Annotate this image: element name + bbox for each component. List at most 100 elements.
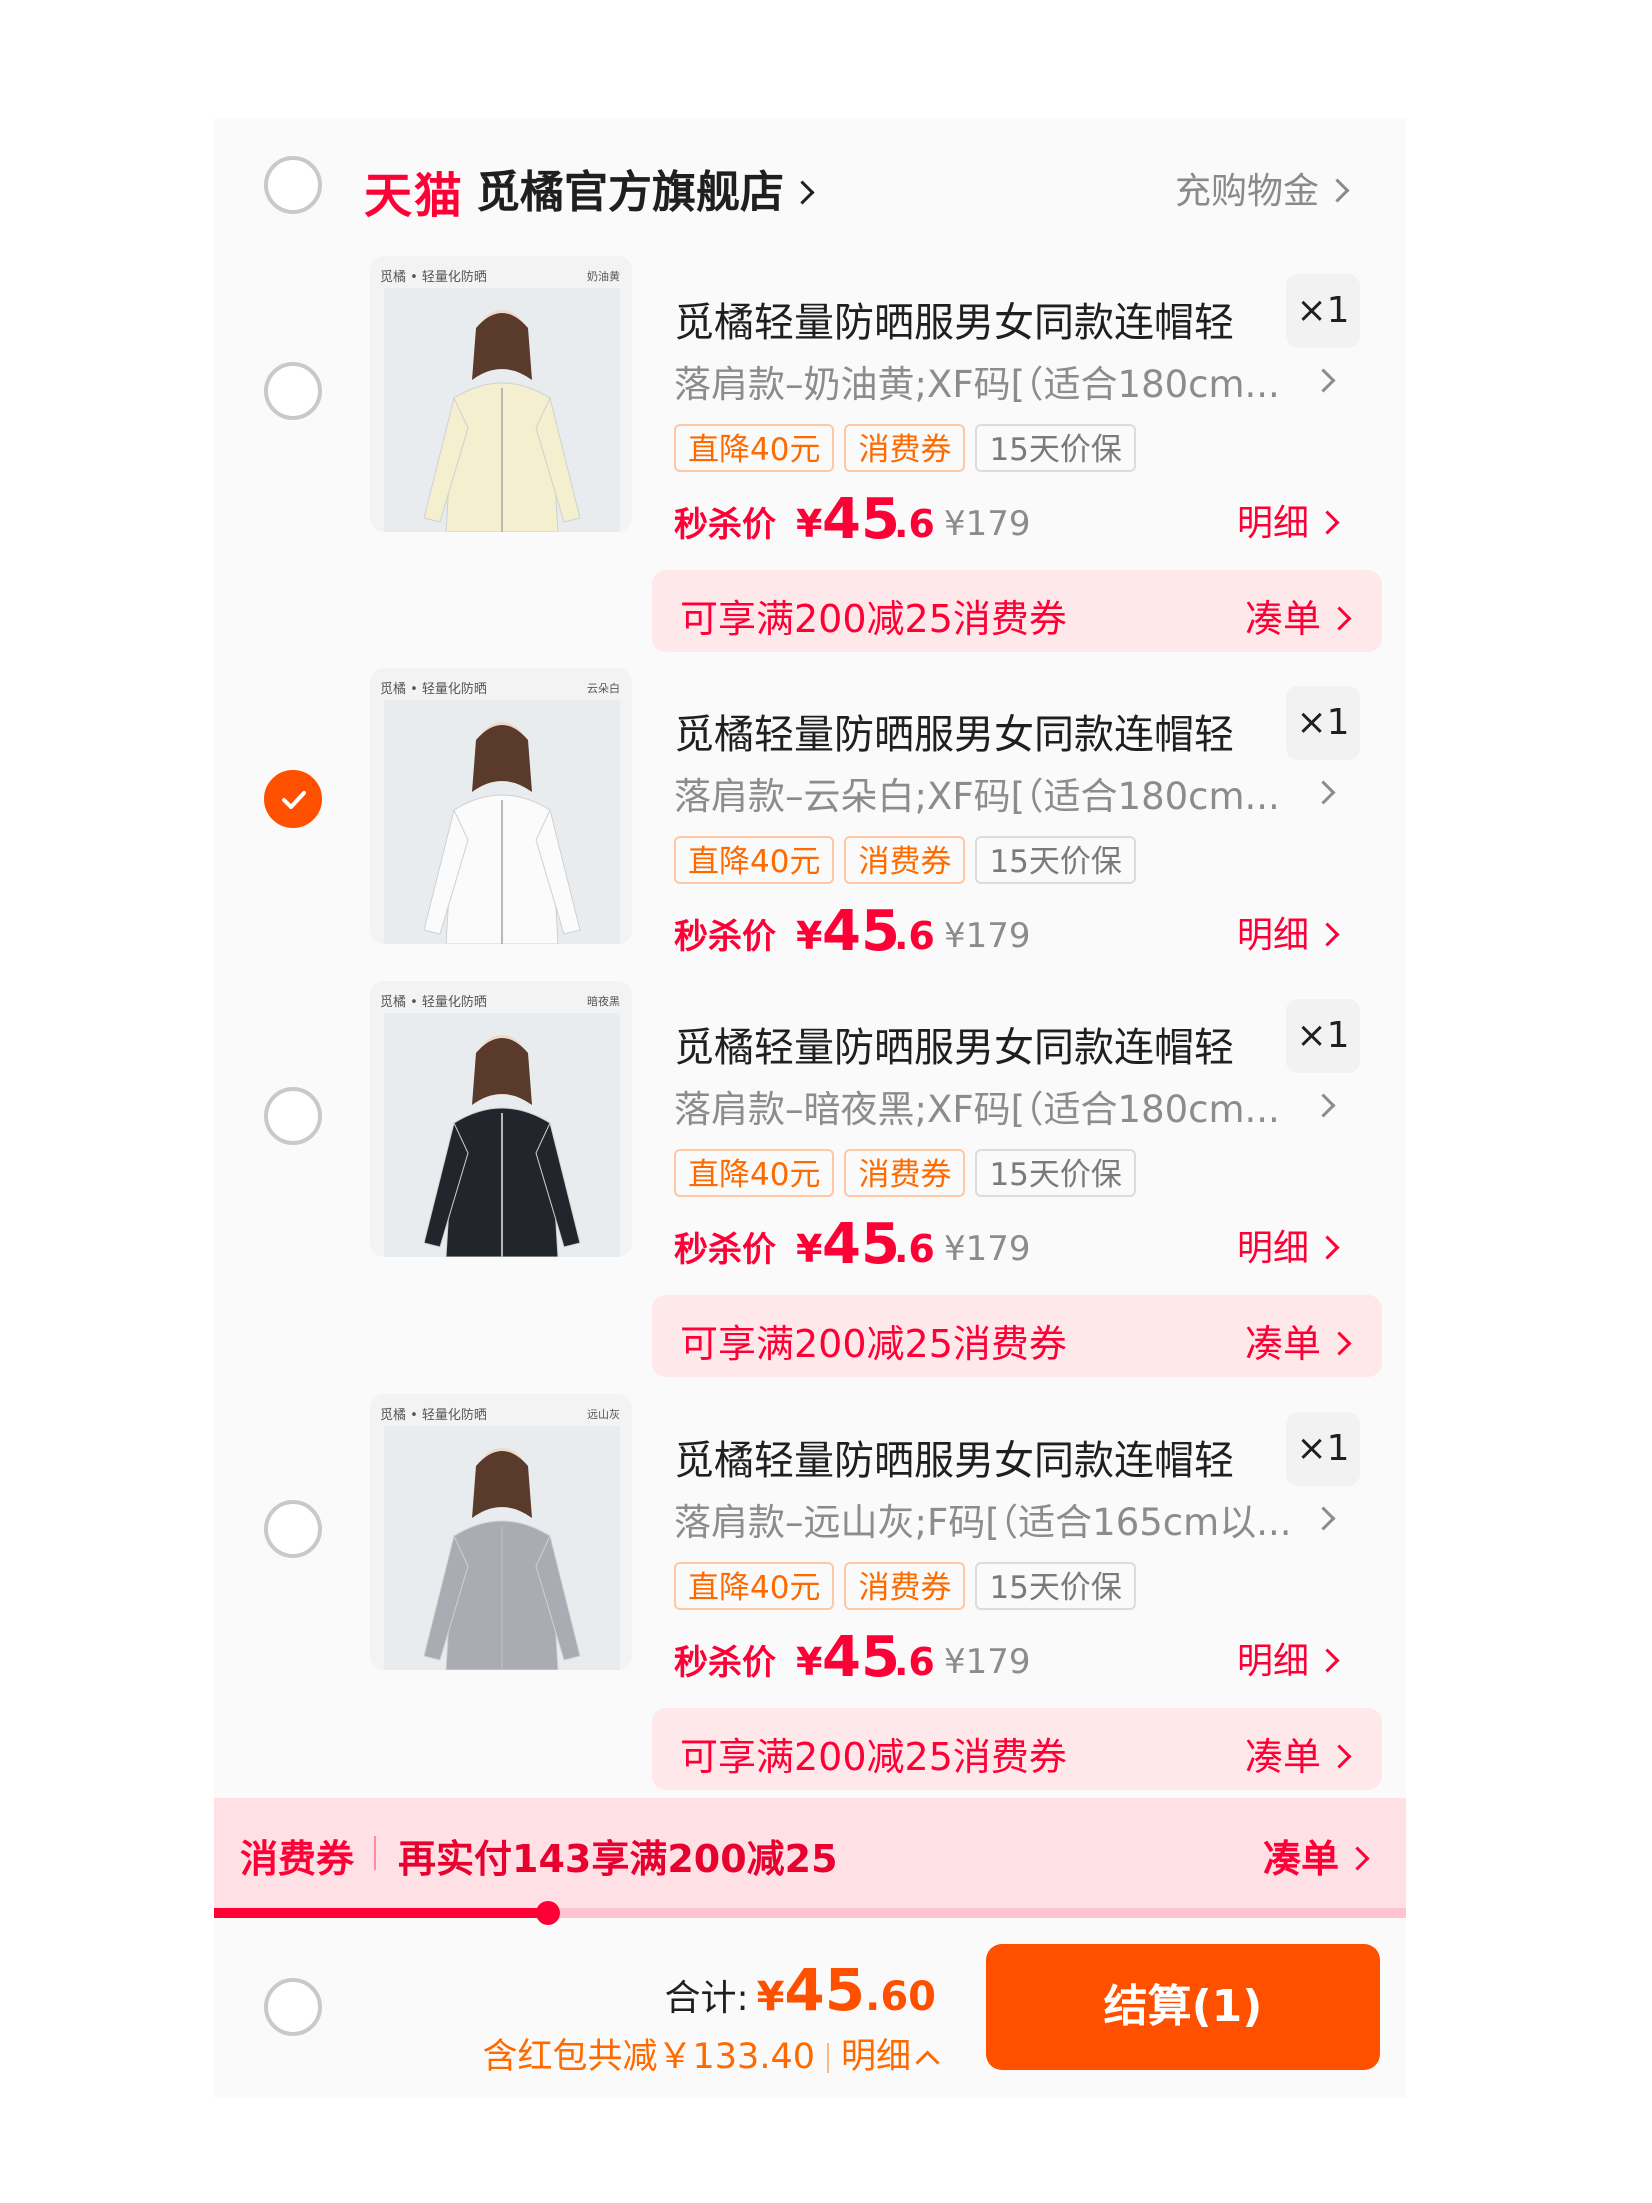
divider <box>374 1836 376 1870</box>
price-dec: .6 <box>894 1640 935 1684</box>
product-title[interactable]: 觅橘轻量防晒服男女同款连帽轻 <box>674 290 1234 348</box>
chevron-right-icon <box>1327 1331 1352 1356</box>
voucher-label: 消费券 <box>240 1837 355 1881</box>
sku-selector[interactable]: 落肩款–云朵白;XF码[（适合180cm... <box>674 766 1354 820</box>
item-select-radio[interactable] <box>264 1500 322 1558</box>
price-detail-link[interactable]: 明细 <box>1236 906 1340 958</box>
select-all-radio[interactable] <box>264 1978 322 2036</box>
chevron-right-icon <box>1315 921 1340 947</box>
product-title[interactable]: 觅橘轻量防晒服男女同款连帽轻 <box>674 1015 1234 1073</box>
gift-card-link[interactable]: 充购物金 <box>1174 162 1350 214</box>
price-label: 秒杀价 <box>674 1230 776 1270</box>
price-currency: ¥ <box>796 914 823 958</box>
checkout-button[interactable]: 结算(1) <box>986 1944 1380 2070</box>
voucher-progress-dot <box>535 1901 560 1925</box>
chevron-right-icon <box>1327 1744 1352 1769</box>
original-price: ¥179 <box>944 1229 1031 1269</box>
price-label: 秒杀价 <box>674 505 776 545</box>
original-price: ¥179 <box>944 1642 1031 1682</box>
store-name: 觅橘官方旗舰店 <box>476 167 784 218</box>
promo-add-items-button[interactable]: 凑单 <box>1244 1726 1352 1781</box>
price-int: 45 <box>822 1625 900 1690</box>
store-select-radio[interactable] <box>264 156 322 214</box>
saving-summary[interactable]: 含红包共减￥133.40 明细 <box>483 2028 940 2079</box>
promo-action-label: 凑单 <box>1244 1322 1321 1366</box>
price-int: 45 <box>822 487 900 552</box>
image-color-label: 远山灰 <box>587 1408 620 1421</box>
model-figure-illustration <box>423 1035 581 1257</box>
price-label: 秒杀价 <box>674 917 776 957</box>
price-label: 秒杀价 <box>674 1643 776 1683</box>
tag-discount: 直降40元 <box>674 424 835 472</box>
saving-detail-label: 明细 <box>840 2037 911 2077</box>
item-select-radio[interactable] <box>264 770 322 828</box>
price-currency: ¥ <box>796 1640 823 1684</box>
detail-label: 明细 <box>1236 915 1309 956</box>
tag-price-protection: 15天价保 <box>975 1149 1136 1197</box>
price-dec: .6 <box>894 502 935 546</box>
gift-card-label: 充购物金 <box>1174 171 1319 212</box>
product-image[interactable]: 觅橘 • 轻量化防晒 远山灰 <box>370 1394 632 1670</box>
cart-store-panel: 天猫 觅橘官方旗舰店 充购物金 觅橘 • 轻量化防晒 奶油黄 觅橘轻量防晒服男女… <box>214 118 1406 2098</box>
promo-action-label: 凑单 <box>1244 1735 1321 1779</box>
chevron-right-icon <box>1315 1234 1340 1260</box>
price-int: 45 <box>822 1212 900 1277</box>
model-figure-illustration <box>423 722 581 944</box>
chevron-right-icon <box>790 179 815 205</box>
promo-banner[interactable]: 可享满200减25消费券 凑单 <box>652 570 1382 652</box>
promo-banner[interactable]: 可享满200减25消费券 凑单 <box>652 1295 1382 1377</box>
detail-label: 明细 <box>1236 1228 1309 1269</box>
total-currency: ¥ <box>756 1974 785 2020</box>
sku-selector[interactable]: 落肩款–奶油黄;XF码[（适合180cm... <box>674 354 1354 408</box>
price-dec: .6 <box>894 914 935 958</box>
chevron-right-icon <box>1311 780 1336 805</box>
tag-list: 直降40元 消费券 15天价保 <box>674 1149 1146 1197</box>
tag-voucher: 消费券 <box>844 424 966 472</box>
quantity-button[interactable]: ×1 <box>1286 1412 1360 1486</box>
image-color-label: 奶油黄 <box>587 270 620 283</box>
product-image[interactable]: 觅橘 • 轻量化防晒 云朵白 <box>370 668 632 944</box>
promo-banner[interactable]: 可享满200减25消费券 凑单 <box>652 1708 1382 1790</box>
sku-selector[interactable]: 落肩款–暗夜黑;XF码[（适合180cm... <box>674 1079 1354 1133</box>
product-title[interactable]: 觅橘轻量防晒服男女同款连帽轻 <box>674 702 1234 760</box>
sku-selector[interactable]: 落肩款–远山灰;F码[（适合165cm以... <box>674 1492 1354 1546</box>
store-name-link[interactable]: 觅橘官方旗舰店 <box>476 156 815 220</box>
tag-voucher: 消费券 <box>844 836 966 884</box>
price-detail-link[interactable]: 明细 <box>1236 494 1340 546</box>
product-image[interactable]: 觅橘 • 轻量化防晒 暗夜黑 <box>370 981 632 1257</box>
chevron-right-icon <box>1311 1506 1336 1531</box>
item-select-radio[interactable] <box>264 362 322 420</box>
voucher-action-label: 凑单 <box>1262 1837 1339 1881</box>
price-currency: ¥ <box>796 502 823 546</box>
promo-add-items-button[interactable]: 凑单 <box>1244 1313 1352 1368</box>
tag-discount: 直降40元 <box>674 1149 835 1197</box>
product-title[interactable]: 觅橘轻量防晒服男女同款连帽轻 <box>674 1428 1234 1486</box>
total-label: 合计: <box>664 1978 749 2019</box>
sku-text: 落肩款–暗夜黑;XF码[（适合180cm... <box>674 1088 1280 1131</box>
product-image[interactable]: 觅橘 • 轻量化防晒 奶油黄 <box>370 256 632 532</box>
price-row: 秒杀价 ¥ 45 .6 ¥179 明细 <box>674 899 1364 964</box>
quantity-button[interactable]: ×1 <box>1286 686 1360 760</box>
tag-discount: 直降40元 <box>674 1562 835 1610</box>
price-detail-link[interactable]: 明细 <box>1237 1632 1340 1684</box>
item-select-radio[interactable] <box>264 1087 322 1145</box>
tmall-badge: 天猫 <box>364 168 465 224</box>
tag-list: 直降40元 消费券 15天价保 <box>674 424 1146 472</box>
store-header: 天猫 觅橘官方旗舰店 充购物金 <box>214 118 1406 248</box>
detail-label: 明细 <box>1236 503 1309 544</box>
original-price: ¥179 <box>944 504 1031 544</box>
promo-add-items-button[interactable]: 凑单 <box>1245 588 1352 643</box>
tag-price-protection: 15天价保 <box>975 424 1136 472</box>
price-row: 秒杀价 ¥ 45 .6 ¥179 明细 <box>674 1625 1364 1690</box>
sku-text: 落肩款–远山灰;F码[（适合165cm以... <box>674 1501 1292 1544</box>
promo-text: 可享满200减25消费券 <box>680 597 1067 641</box>
price-detail-link[interactable]: 明细 <box>1236 1219 1340 1271</box>
voucher-bar[interactable]: 消费券 再实付143享满200减25 凑单 <box>214 1798 1406 1908</box>
model-figure-illustration <box>423 310 581 532</box>
image-caption: 觅橘 • 轻量化防晒 <box>380 1408 487 1423</box>
divider <box>826 2043 829 2073</box>
quantity-button[interactable]: ×1 <box>1286 999 1360 1073</box>
chevron-right-icon <box>1315 509 1340 535</box>
voucher-add-items-button[interactable]: 凑单 <box>1262 1828 1370 1883</box>
quantity-button[interactable]: ×1 <box>1286 274 1360 348</box>
